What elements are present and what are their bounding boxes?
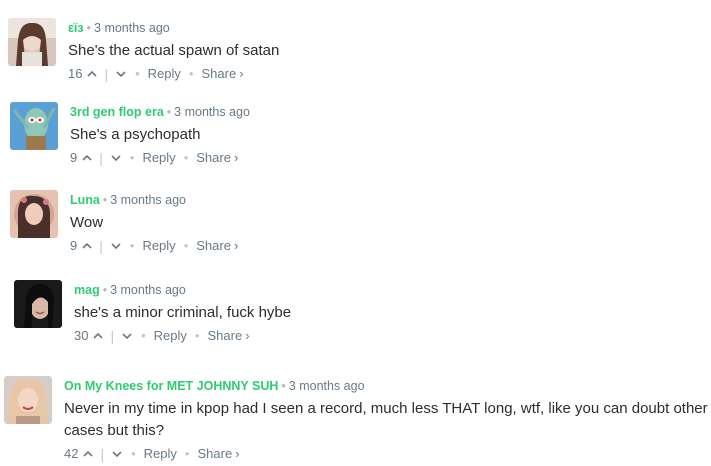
footer-bullet: • [183,238,189,253]
comment-footer: 9 | • Reply • Share › [70,237,711,255]
comment-text: she's a minor criminal, fuck hybe [74,304,292,321]
comment-header: Luna • 3 months ago [70,192,711,208]
upvote-icon[interactable] [86,68,98,80]
footer-bullet: • [135,66,140,81]
share-label: Share [201,66,237,81]
author-name[interactable]: mag [74,283,100,297]
vote-divider: | [99,238,103,254]
comment-footer: 30 | • Reply • Share › [74,327,711,345]
comment-header: εïз • 3 months ago [68,20,711,36]
comment-text: Never in my time in kpop had I seen a re… [64,400,708,439]
share-link[interactable]: Share › [197,445,239,463]
vote-count: 9 [70,238,78,253]
timestamp[interactable]: 3 months ago [289,379,365,393]
header-bullet: • [281,379,286,393]
downvote-icon[interactable] [111,448,123,460]
vote-count: 30 [74,328,89,343]
share-link[interactable]: Share › [196,237,238,255]
chevron-right-icon: › [233,150,239,165]
timestamp[interactable]: 3 months ago [110,283,186,297]
avatar[interactable] [10,190,58,238]
header-bullet: • [102,193,108,207]
comment-body: εïз • 3 months ago She's the actual spawn … [68,20,711,83]
author-name[interactable]: 3rd gen flop era [70,105,164,119]
comment-footer: 42 | • Reply • Share › [64,445,711,463]
share-label: Share [197,446,233,461]
reply-link[interactable]: Reply [154,327,187,345]
vote-count: 9 [70,150,78,165]
comment-footer: 9 | • Reply • Share › [70,149,711,167]
upvote-icon[interactable] [82,448,94,460]
comment-header: mag • 3 months ago [74,282,711,298]
header-bullet: • [86,21,92,35]
author-name[interactable]: εïз [68,21,84,35]
downvote-icon[interactable] [121,330,133,342]
author-name[interactable]: On My Knees for MET JOHNNY SUH [64,379,278,393]
comment-body: 3rd gen flop era • 3 months ago She's a ps… [70,104,711,167]
chevron-right-icon: › [245,328,250,343]
vote-divider: | [99,150,103,166]
comment-body: mag • 3 months ago she's a minor criminal,… [74,282,711,345]
vote-count: 42 [64,446,79,461]
comment-body: On My Knees for MET JOHNNY SUH • 3 months … [64,378,711,463]
reply-link[interactable]: Reply [142,237,175,255]
timestamp[interactable]: 3 months ago [110,193,186,207]
upvote-icon[interactable] [81,152,93,164]
footer-bullet: • [129,238,135,253]
author-name[interactable]: Luna [70,193,100,207]
downvote-icon[interactable] [110,152,122,164]
comment-footer: 16 | • Reply • Share › [68,65,711,83]
share-label: Share [196,150,231,165]
share-label: Share [207,328,243,343]
vote-divider: | [100,446,105,462]
share-label: Share [196,238,231,253]
share-link[interactable]: Share › [196,149,238,167]
timestamp[interactable]: 3 months ago [94,21,170,35]
upvote-icon[interactable] [92,330,104,342]
reply-link[interactable]: Reply [148,65,181,83]
avatar[interactable] [4,376,52,424]
avatar[interactable] [10,102,58,150]
comment-header: 3rd gen flop era • 3 months ago [70,104,711,120]
comment-text: Wow [70,214,104,231]
comment-header: On My Knees for MET JOHNNY SUH • 3 months … [64,378,711,394]
vote-divider: | [104,66,109,82]
comment-text: She's a psychopath [70,126,201,143]
footer-bullet: • [131,446,136,461]
chevron-right-icon: › [235,446,240,461]
footer-bullet: • [183,150,189,165]
vote-divider: | [110,328,115,344]
avatar[interactable] [8,18,56,66]
header-bullet: • [102,283,108,297]
footer-bullet: • [141,328,146,343]
footer-bullet: • [129,150,135,165]
footer-bullet: • [184,446,190,461]
chevron-right-icon: › [239,66,244,81]
timestamp[interactable]: 3 months ago [174,105,250,119]
reply-link[interactable]: Reply [142,149,175,167]
upvote-icon[interactable] [81,240,93,252]
comment-body: Luna • 3 months ago Wow 9 | • Reply • Shar… [70,192,711,255]
reply-link[interactable]: Reply [144,445,177,463]
avatar[interactable] [14,280,62,328]
footer-bullet: • [188,66,194,81]
header-bullet: • [166,105,172,119]
vote-count: 16 [68,66,83,81]
chevron-right-icon: › [233,238,239,253]
footer-bullet: • [194,328,200,343]
share-link[interactable]: Share › [207,327,249,345]
downvote-icon[interactable] [115,68,127,80]
share-link[interactable]: Share › [201,65,243,83]
comment-text: She's the actual spawn of satan [68,42,280,59]
downvote-icon[interactable] [110,240,122,252]
